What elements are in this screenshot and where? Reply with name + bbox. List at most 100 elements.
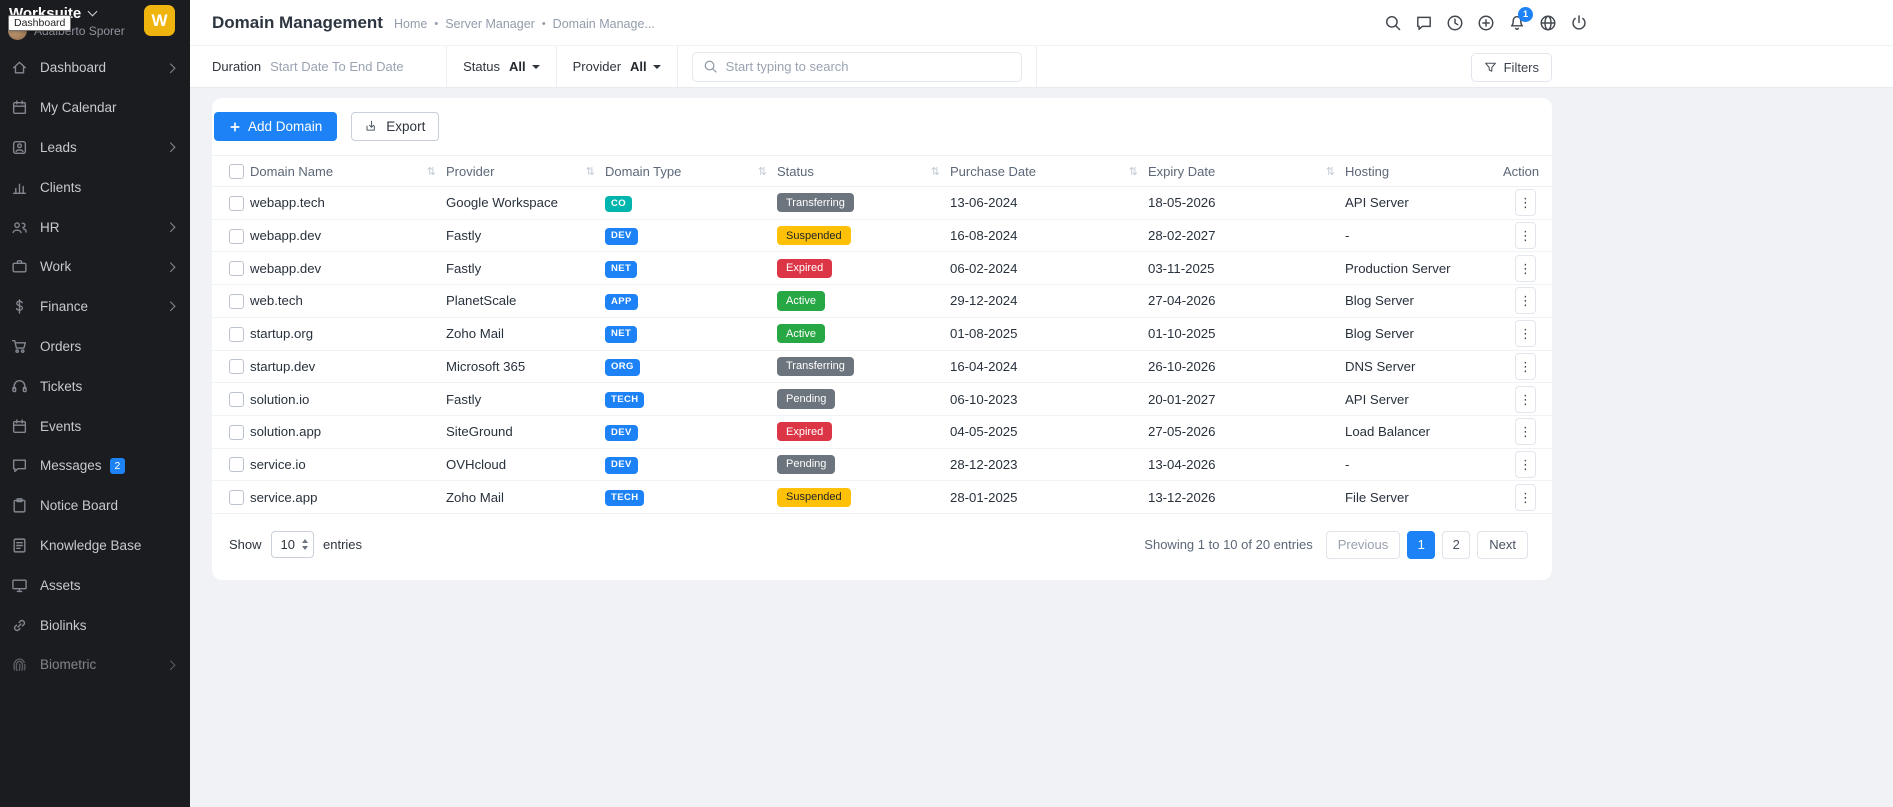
page-2-button[interactable]: 2 (1442, 530, 1471, 559)
column-header-domain-name[interactable]: Domain Name ⇅ (250, 154, 446, 188)
status-badge: Expired (777, 422, 833, 442)
sidebar-item-hr[interactable]: HR (0, 207, 190, 247)
sidebar-nav: Dashboard My Calendar Leads Clients HR Work Fi… (0, 48, 190, 685)
export-button[interactable]: Export (351, 112, 440, 141)
sort-icon[interactable]: ⇅ (1326, 165, 1335, 178)
column-header-expiry-date[interactable]: Expiry Date ⇅ (1148, 154, 1345, 188)
power-button[interactable] (1570, 14, 1588, 32)
sidebar-item-label: Notice Board (40, 498, 119, 514)
row-actions-button[interactable]: ⋮ (1515, 450, 1536, 478)
sidebar-item-assets[interactable]: Assets (0, 565, 190, 605)
domain-name[interactable]: startup.org (250, 326, 313, 341)
row-checkbox[interactable] (229, 424, 244, 440)
breadcrumb-item-server-manager[interactable]: Server Manager (445, 17, 535, 31)
hosting-cell: Blog Server (1345, 284, 1503, 318)
previous-page-button[interactable]: Previous (1325, 530, 1401, 559)
row-checkbox[interactable] (229, 392, 244, 408)
sort-icon[interactable]: ⇅ (427, 165, 436, 178)
domain-name[interactable]: startup.dev (250, 359, 315, 374)
column-header-purchase-date[interactable]: Purchase Date ⇅ (950, 154, 1148, 188)
add-domain-button[interactable]: Add Domain (214, 112, 338, 141)
export-label: Export (386, 119, 426, 134)
status-filter-dropdown[interactable]: Status All (447, 46, 557, 87)
sidebar-item-dashboard[interactable]: Dashboard (0, 48, 190, 88)
sidebar-item-work[interactable]: Work (0, 247, 190, 287)
search-button[interactable] (1384, 14, 1402, 32)
sidebar-item-orders[interactable]: Orders (0, 327, 190, 367)
bell-button[interactable]: 1 (1508, 6, 1533, 32)
column-header-status[interactable]: Status ⇅ (777, 154, 950, 188)
row-checkbox[interactable] (229, 326, 244, 342)
sort-icon[interactable]: ⇅ (1129, 165, 1138, 178)
select-all-checkbox[interactable] (229, 164, 244, 180)
search-input[interactable] (725, 59, 1011, 74)
domain-name[interactable]: solution.app (250, 424, 321, 439)
row-actions-button[interactable]: ⋮ (1515, 287, 1536, 315)
status-badge: Suspended (777, 226, 851, 246)
breadcrumb-item-home[interactable]: Home (394, 17, 427, 31)
sidebar-item-knowledge-base[interactable]: Knowledge Base (0, 526, 190, 566)
sidebar-item-label: Work (40, 259, 72, 275)
pagination-pages: 12 (1407, 530, 1471, 559)
domain-name[interactable]: solution.io (250, 392, 309, 407)
breadcrumb-item-domain-manage[interactable]: Domain Manage... (553, 17, 655, 31)
user-icon (11, 139, 28, 156)
sort-icon[interactable]: ⇅ (931, 165, 940, 178)
row-checkbox[interactable] (229, 490, 244, 506)
sidebar-item-label: Knowledge Base (40, 537, 142, 553)
sidebar-item-label: Biometric (40, 657, 97, 673)
row-actions-button[interactable]: ⋮ (1515, 254, 1536, 282)
message-button[interactable] (1415, 14, 1433, 32)
domain-name[interactable]: service.app (250, 490, 317, 505)
row-checkbox[interactable] (229, 359, 244, 375)
row-checkbox[interactable] (229, 228, 244, 244)
row-checkbox[interactable] (229, 293, 244, 309)
row-actions-button[interactable]: ⋮ (1515, 222, 1536, 250)
row-actions-button[interactable]: ⋮ (1515, 189, 1536, 217)
sidebar-item-clients[interactable]: Clients (0, 167, 190, 207)
plus-circle-button[interactable] (1477, 14, 1495, 32)
row-actions-button[interactable]: ⋮ (1515, 352, 1536, 380)
domain-name[interactable]: webapp.dev (250, 228, 321, 243)
domain-name[interactable]: webapp.tech (250, 195, 325, 210)
sidebar-item-messages[interactable]: Messages 2 (0, 446, 190, 486)
domain-type-badge: TECH (605, 489, 645, 507)
sidebar-item-notice-board[interactable]: Notice Board (0, 486, 190, 526)
expiry-date-cell: 27-05-2026 (1148, 415, 1345, 449)
row-checkbox[interactable] (229, 457, 244, 473)
filters-button[interactable]: Filters (1470, 53, 1552, 82)
row-actions-button[interactable]: ⋮ (1515, 483, 1536, 511)
domain-name[interactable]: service.io (250, 457, 306, 472)
provider-filter-dropdown[interactable]: Provider All (557, 46, 678, 87)
sidebar-item-my-calendar[interactable]: My Calendar (0, 88, 190, 128)
domain-type-badge: NET (605, 326, 638, 343)
next-page-button[interactable]: Next (1477, 530, 1528, 559)
row-checkbox[interactable] (229, 261, 244, 277)
expiry-date-cell: 01-10-2025 (1148, 317, 1345, 351)
row-actions-button[interactable]: ⋮ (1515, 320, 1536, 348)
sort-icon[interactable]: ⇅ (586, 165, 595, 178)
column-header-provider[interactable]: Provider ⇅ (446, 154, 605, 188)
row-actions-button[interactable]: ⋮ (1515, 385, 1536, 413)
sidebar-item-events[interactable]: Events (0, 406, 190, 446)
domain-name[interactable]: webapp.dev (250, 261, 321, 276)
sidebar-item-leads[interactable]: Leads (0, 128, 190, 168)
page-1-button[interactable]: 1 (1407, 530, 1436, 559)
row-actions-button[interactable]: ⋮ (1515, 418, 1536, 446)
sidebar-item-label: My Calendar (40, 100, 117, 116)
entries-per-page-stepper[interactable]: 10 (270, 531, 314, 559)
duration-range-input[interactable] (270, 59, 431, 74)
column-header-domain-type[interactable]: Domain Type ⇅ (605, 154, 777, 188)
sidebar-item-finance[interactable]: Finance (0, 287, 190, 327)
row-checkbox[interactable] (229, 195, 244, 211)
sidebar-item-biometric[interactable]: Biometric (0, 645, 190, 685)
sidebar-item-tickets[interactable]: Tickets (0, 366, 190, 406)
globe-button[interactable] (1539, 14, 1557, 32)
table-row: web.tech PlanetScale APP Active 29-12-2024 27… (212, 284, 1552, 318)
clock-button[interactable] (1446, 14, 1464, 32)
chart-icon (11, 179, 28, 196)
sidebar-item-biolinks[interactable]: Biolinks (0, 605, 190, 645)
hosting-cell: Load Balancer (1345, 415, 1503, 449)
sort-icon[interactable]: ⇅ (758, 165, 767, 178)
domain-name[interactable]: web.tech (250, 293, 303, 308)
